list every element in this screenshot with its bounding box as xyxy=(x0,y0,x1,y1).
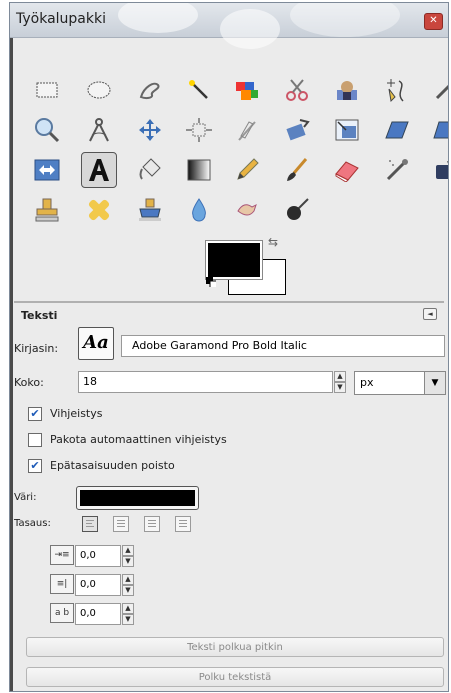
blur-sharpen-icon[interactable] xyxy=(184,195,214,225)
increment-arrow-icon[interactable]: ▲ xyxy=(122,545,134,556)
bucket-fill-icon[interactable] xyxy=(135,155,165,185)
shear-icon[interactable] xyxy=(382,115,412,145)
size-label: Koko: xyxy=(14,376,44,389)
scale-icon[interactable] xyxy=(332,115,362,145)
justify-fill-button[interactable] xyxy=(175,516,191,532)
text-along-path-button[interactable]: Teksti polkua pitkin xyxy=(26,637,444,657)
path-from-text-button[interactable]: Polku tekstistä xyxy=(26,667,444,687)
close-button[interactable]: ✕ xyxy=(424,13,443,30)
dropdown-arrow-icon[interactable]: ▼ xyxy=(424,372,445,394)
smudge-icon[interactable] xyxy=(232,195,262,225)
justify-left-button[interactable] xyxy=(82,516,98,532)
color-area: ⇆ xyxy=(202,235,292,295)
airbrush-icon[interactable] xyxy=(382,155,412,185)
increment-arrow-icon[interactable]: ▲ xyxy=(122,574,134,585)
move-icon[interactable] xyxy=(135,115,165,145)
line-spacing-input[interactable]: 0,0 xyxy=(75,574,121,596)
window-title: Työkalupakki xyxy=(16,11,106,27)
indent-input[interactable]: 0,0 xyxy=(75,545,121,567)
indent-spinner[interactable]: ▲ ▼ xyxy=(122,545,134,567)
dodge-burn-icon[interactable] xyxy=(282,195,312,225)
unit-value: px xyxy=(360,376,374,389)
pencil-icon[interactable] xyxy=(232,155,262,185)
tool-options-title: Teksti xyxy=(21,309,58,322)
paintbrush-icon[interactable] xyxy=(282,155,312,185)
color-select-icon[interactable] xyxy=(232,75,262,105)
rotate-icon[interactable] xyxy=(282,115,312,145)
decrement-arrow-icon[interactable]: ▼ xyxy=(122,614,134,625)
measure-icon[interactable] xyxy=(84,115,114,145)
swap-colors-icon[interactable]: ⇆ xyxy=(268,235,278,249)
free-select-icon[interactable] xyxy=(135,75,165,105)
unit-select[interactable]: px ▼ xyxy=(354,371,446,395)
line-spacing-icon: ≡| xyxy=(50,574,74,594)
force-autohint-label: Pakota automaattinen vihjeistys xyxy=(50,433,227,446)
decrement-arrow-icon[interactable]: ▼ xyxy=(122,556,134,567)
title-bar[interactable]: Työkalupakki ✕ xyxy=(10,3,448,49)
line-spacing-spinner[interactable]: ▲ ▼ xyxy=(122,574,134,596)
rect-select-icon[interactable] xyxy=(32,75,62,105)
toolbox-window: Työkalupakki ✕ ⇆ Teksti ◄ Kirjasin: Aa A… xyxy=(9,2,449,692)
zoom-icon[interactable] xyxy=(32,115,62,145)
justify-center-button[interactable] xyxy=(144,516,160,532)
font-label: Kirjasin: xyxy=(14,342,59,355)
heal-icon[interactable] xyxy=(84,195,114,225)
align-icon[interactable] xyxy=(184,115,214,145)
scissors-select-icon[interactable] xyxy=(282,75,312,105)
ellipse-select-icon[interactable] xyxy=(84,75,114,105)
antialiasing-checkbox[interactable]: ✔ xyxy=(28,459,42,473)
panel-divider xyxy=(14,301,444,303)
hinting-label: Vihjeistys xyxy=(50,407,103,420)
perspective-clone-icon[interactable] xyxy=(135,195,165,225)
crop-icon[interactable] xyxy=(232,115,262,145)
color-picker-icon[interactable] xyxy=(430,75,448,105)
color-label: Väri: xyxy=(14,492,37,503)
options-menu-button[interactable]: ◄ xyxy=(423,308,437,320)
justify-right-button[interactable] xyxy=(113,516,129,532)
force-autohint-checkbox[interactable] xyxy=(28,433,42,447)
letter-spacing-spinner[interactable]: ▲ ▼ xyxy=(122,603,134,625)
font-name-input[interactable]: Adobe Garamond Pro Bold Italic xyxy=(121,335,445,357)
default-colors-icon[interactable] xyxy=(206,277,216,287)
antialiasing-label: Epätasaisuuden poisto xyxy=(50,459,175,472)
hinting-checkbox[interactable]: ✔ xyxy=(28,407,42,421)
fuzzy-select-icon[interactable] xyxy=(184,75,214,105)
flip-icon[interactable] xyxy=(32,155,62,185)
indent-icon: ⇥≡ xyxy=(50,545,74,565)
text-tool-icon[interactable] xyxy=(81,152,117,188)
decrement-arrow-icon[interactable]: ▼ xyxy=(122,585,134,596)
foreground-select-icon[interactable] xyxy=(332,75,362,105)
justify-label: Tasaus: xyxy=(14,518,51,529)
perspective-icon[interactable] xyxy=(430,115,448,145)
text-color-swatch xyxy=(80,490,195,506)
letter-spacing-icon: a b xyxy=(50,603,74,623)
increment-arrow-icon[interactable]: ▲ xyxy=(122,603,134,614)
ink-icon[interactable] xyxy=(430,155,448,185)
increment-arrow-icon[interactable]: ▲ xyxy=(334,371,346,382)
blend-icon[interactable] xyxy=(184,155,214,185)
text-color-button[interactable] xyxy=(76,486,199,510)
size-input[interactable]: 18 xyxy=(78,371,333,393)
paths-icon[interactable] xyxy=(382,75,412,105)
foreground-color-swatch[interactable] xyxy=(205,240,263,280)
clone-icon[interactable] xyxy=(32,195,62,225)
letter-spacing-input[interactable]: 0,0 xyxy=(75,603,121,625)
font-preview-button[interactable]: Aa xyxy=(78,327,114,360)
eraser-icon[interactable] xyxy=(332,155,362,185)
decrement-arrow-icon[interactable]: ▼ xyxy=(334,382,346,393)
size-spinner[interactable]: ▲ ▼ xyxy=(334,371,346,393)
dock-edge xyxy=(10,38,13,691)
